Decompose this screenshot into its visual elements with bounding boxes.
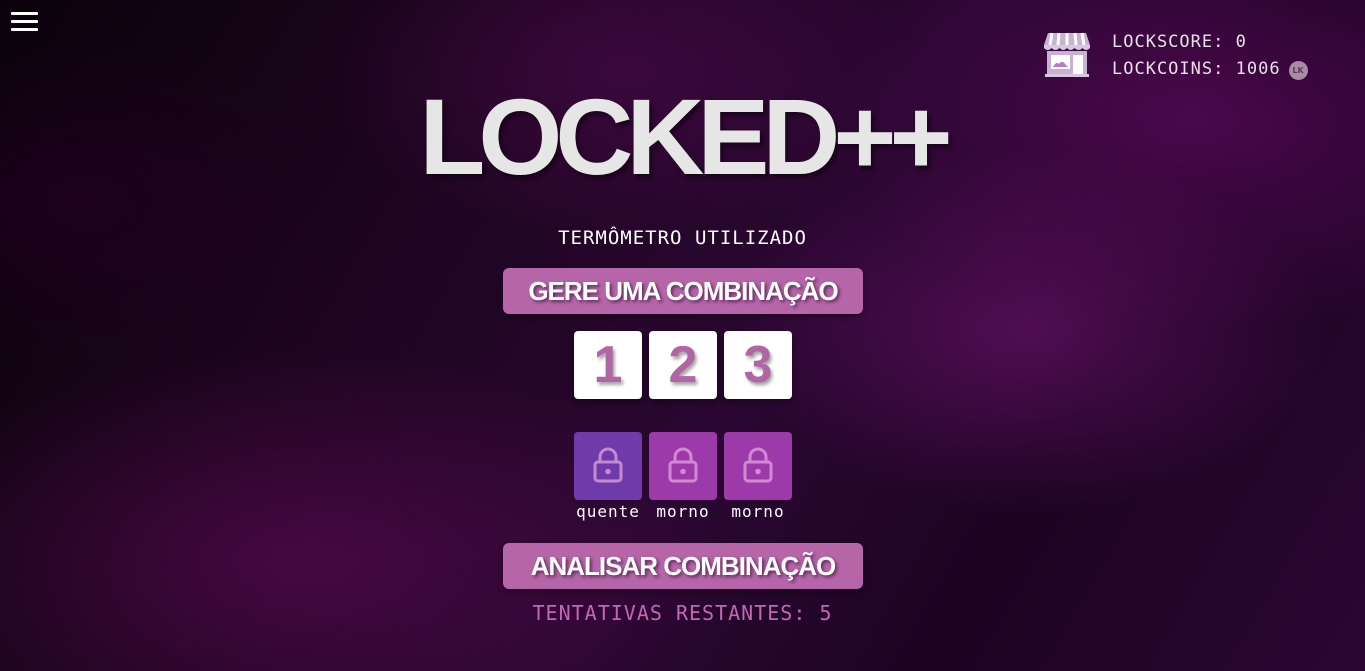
game-title: LOCKED++ (419, 76, 952, 197)
lockscore-value: 0 (1235, 32, 1247, 52)
lock-slot-2[interactable] (649, 432, 717, 500)
lockcoins-label: LOCKCOINS: (1112, 59, 1225, 79)
lock-slot-1[interactable] (574, 432, 642, 500)
digit-box-3[interactable]: 3 (724, 331, 792, 399)
menu-bar (11, 12, 38, 15)
attempts-value: 5 (819, 601, 833, 625)
digit-box-2[interactable]: 2 (649, 331, 717, 399)
lock-icon (668, 447, 698, 483)
generate-combination-button[interactable]: GERE UMA COMBINAÇÃO (503, 268, 863, 314)
lockcoins-display: LOCKCOINS: 1006 LK (1112, 59, 1308, 80)
lock-icon (593, 447, 623, 483)
lock-hint-3: morno (731, 502, 785, 521)
attempts-label: TENTATIVAS RESTANTES: (532, 601, 807, 625)
thermometer-status: TERMÔMETRO UTILIZADO (558, 227, 807, 249)
lock-hint-1: quente (576, 502, 640, 521)
menu-bar (11, 28, 38, 31)
analyze-combination-button[interactable]: ANALISAR COMBINAÇÃO (503, 543, 863, 589)
lockcoins-value: 1006 (1235, 59, 1281, 79)
digit-box-1[interactable]: 1 (574, 331, 642, 399)
lock-hint-2: morno (656, 502, 710, 521)
menu-bar (11, 20, 38, 23)
lock-icon (743, 447, 773, 483)
lockscore-display: LOCKSCORE: 0 (1112, 32, 1247, 52)
attempts-remaining: TENTATIVAS RESTANTES: 5 (0, 601, 1365, 625)
lock-slot-3[interactable] (724, 432, 792, 500)
coin-icon: LK (1288, 61, 1308, 80)
store-icon[interactable] (1042, 31, 1092, 77)
hamburger-menu-icon[interactable] (11, 12, 38, 33)
lockscore-label: LOCKSCORE: (1112, 32, 1225, 52)
